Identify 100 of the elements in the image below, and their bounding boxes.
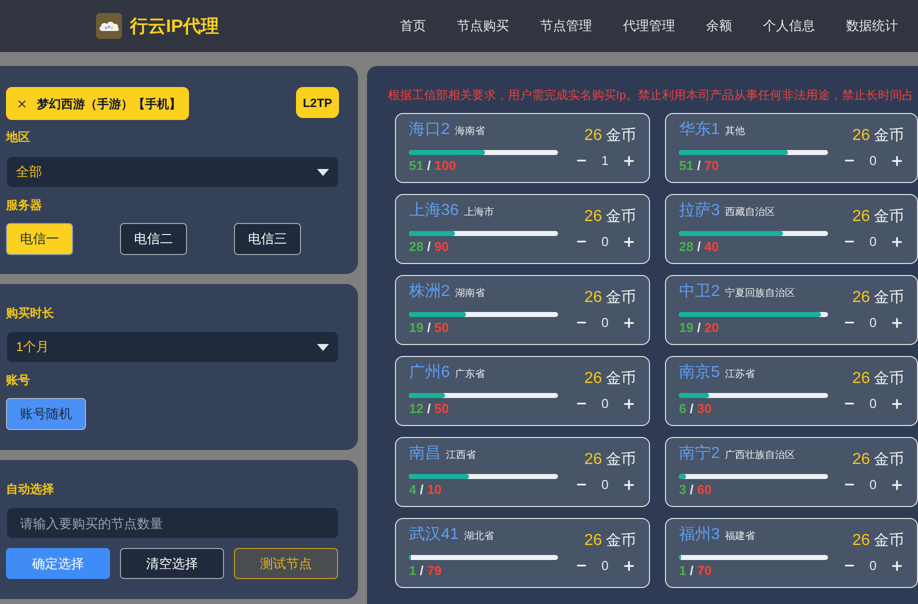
node-name: 福州3 (679, 525, 720, 545)
server-option[interactable]: 电信三 (234, 223, 301, 255)
plus-icon (622, 316, 636, 330)
stock-count: 51 / 100 (409, 159, 456, 173)
price-label: 26 金币 (584, 532, 636, 550)
node-name: 拉萨3 (679, 201, 720, 221)
plus-icon (622, 234, 636, 249)
node-name: 武汉41 (409, 525, 459, 545)
action-button[interactable]: 测试节点 (234, 548, 338, 579)
caret-down-icon (317, 168, 329, 176)
quantity-value: 0 (600, 395, 610, 413)
plus-icon (622, 396, 636, 411)
price-label: 26 金币 (584, 127, 636, 145)
node-name: 中卫2 (679, 282, 720, 302)
quantity-value: 0 (868, 557, 878, 575)
price-label: 26 金币 (584, 451, 636, 469)
server-option[interactable]: 电信二 (120, 223, 187, 255)
province-label: 广东省 (454, 368, 485, 382)
price-label: 26 金币 (584, 289, 636, 307)
price-label: 26 金币 (584, 208, 636, 226)
plus-icon (890, 478, 904, 492)
stock-count: 28 / 40 (679, 240, 719, 254)
quantity-value: 0 (600, 476, 610, 494)
cloud-logo-icon (96, 13, 122, 39)
game-tag-label: 梦幻西游（手游）【手机】 (37, 96, 181, 112)
quantity-value: 0 (600, 557, 610, 575)
node-name: 上海36 (409, 201, 459, 221)
province-label: 海南省 (454, 124, 485, 139)
nav-link[interactable]: 首页 (400, 16, 426, 36)
node-name: 株洲2 (409, 282, 450, 302)
stock-count: 28 / 90 (409, 240, 449, 254)
duration-select[interactable]: 1个月 (7, 332, 338, 362)
node-count-input[interactable]: 请输入要购买的节点数量 (7, 508, 338, 538)
stock-count: 4 / 10 (409, 483, 442, 497)
plus-icon (622, 154, 636, 168)
region-label: 地区 (6, 129, 30, 145)
select-value: 全部 (16, 163, 42, 182)
select-value: 1个月 (16, 338, 50, 356)
region-select[interactable]: 全部 (7, 157, 338, 187)
account-label: 账号 (6, 372, 30, 388)
site-title: 行云IP代理 (130, 14, 220, 38)
protocol-badge: L2TP (296, 87, 339, 118)
plus-icon (890, 558, 904, 573)
stock-count: 1 / 79 (409, 564, 442, 578)
plus-icon (622, 478, 636, 492)
stock-count: 3 / 60 (679, 483, 712, 497)
auto-select-label: 自动选择 (6, 481, 54, 497)
price-label: 26 金币 (852, 289, 904, 307)
plus-icon (890, 234, 904, 249)
node-name: 华东1 (679, 120, 720, 140)
province-label: 江西省 (446, 448, 476, 463)
node-name: 海口2 (409, 120, 450, 140)
quantity-value: 0 (600, 314, 610, 332)
province-label: 宁夏回族自治区 (724, 286, 795, 301)
node-name: 南宁2 (679, 444, 720, 464)
stock-count: 12 / 50 (409, 402, 449, 416)
random-account-button[interactable]: 账号随机 (6, 398, 86, 430)
caret-down-icon (317, 344, 329, 350)
node-name: 南昌 (409, 444, 441, 464)
nav-link[interactable]: 数据统计 (846, 16, 898, 36)
quantity-value: 0 (868, 233, 878, 251)
quantity-value: 0 (868, 395, 878, 413)
province-label: 江苏省 (724, 368, 755, 382)
plus-icon (890, 316, 904, 330)
price-label: 26 金币 (852, 127, 904, 145)
nav-link[interactable]: 余额 (706, 16, 732, 36)
stock-count: 19 / 50 (409, 321, 449, 335)
price-label: 26 金币 (852, 370, 904, 388)
province-label: 其他 (724, 124, 745, 139)
quantity-value: 0 (868, 152, 878, 170)
quantity-value: 1 (600, 152, 610, 170)
nav-link[interactable]: 个人信息 (763, 16, 815, 36)
province-label: 广西壮族自治区 (724, 448, 795, 463)
quantity-value: 0 (868, 476, 878, 494)
province-label: 上海市 (464, 206, 494, 220)
server-label: 服务器 (6, 197, 42, 213)
province-label: 湖南省 (454, 286, 485, 301)
province-label: 福建省 (724, 530, 755, 544)
plus-icon (890, 396, 904, 411)
nav-link[interactable]: 代理管理 (623, 16, 675, 36)
plus-icon (622, 558, 636, 573)
server-option[interactable]: 电信一 (6, 223, 73, 255)
node-name: 广州6 (409, 363, 450, 383)
stock-count: 6 / 30 (679, 402, 712, 416)
game-tag[interactable]: 梦幻西游（手游）【手机】 (6, 87, 189, 120)
nav-link[interactable]: 节点购买 (457, 16, 509, 36)
duration-label: 购买时长 (6, 305, 54, 321)
action-button[interactable]: 清空选择 (120, 548, 224, 579)
price-label: 26 金币 (584, 370, 636, 388)
stock-count: 51 / 70 (679, 159, 719, 173)
nav-link[interactable]: 节点管理 (540, 16, 592, 36)
close-icon[interactable] (16, 98, 28, 110)
price-label: 26 金币 (852, 532, 904, 550)
plus-icon (890, 154, 904, 168)
node-name: 南京5 (679, 363, 720, 383)
province-label: 湖北省 (464, 530, 494, 544)
price-label: 26 金币 (852, 451, 904, 469)
stock-count: 1 / 70 (679, 564, 712, 578)
notice-text: 根据工信部相关要求，用户需完成实名购买Ip。禁止利用本司产品从事任何非法用途，禁止长时间占 (388, 87, 914, 103)
province-label: 西藏自治区 (724, 206, 775, 220)
